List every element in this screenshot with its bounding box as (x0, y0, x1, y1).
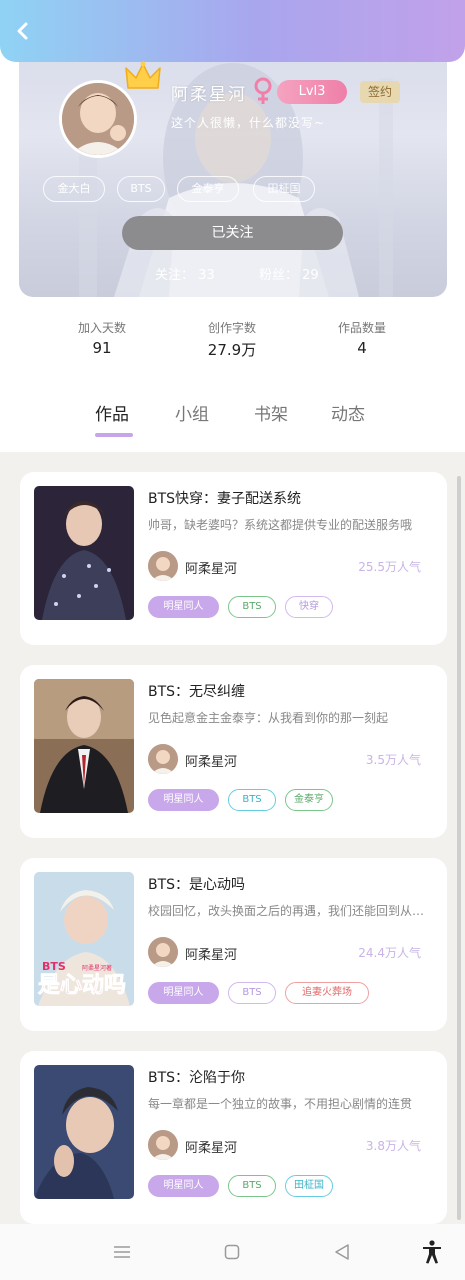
stat-label: 创作字数 (207, 321, 256, 335)
stat-word-count: 创作字数 27.9万 (177, 319, 287, 360)
book-tag[interactable]: BTS (228, 789, 276, 811)
author-avatar[interactable] (148, 937, 178, 967)
stat-value: 4 (357, 339, 367, 357)
book-description: 见色起意金主金泰亨：从我看到你的那一刻起 (148, 711, 389, 725)
stat-value: 27.9万 (207, 341, 257, 359)
popularity-count: 25.5万人气 (358, 560, 421, 574)
menu-icon (114, 1246, 130, 1258)
book-tag[interactable]: 追妻火葬场 (285, 982, 369, 1004)
book-description: 帅哥，缺老婆吗？系统这都提供专业的配送服务哦 (148, 518, 413, 532)
work-card[interactable]: BTS快穿：妻子配送系统 帅哥，缺老婆吗？系统这都提供专业的配送服务哦 阿柔星河… (20, 472, 447, 645)
cover-image (34, 486, 134, 620)
book-tag[interactable]: 金泰亨 (285, 789, 333, 811)
chevron-left-icon (17, 22, 28, 40)
followed-button[interactable]: 已关注 (122, 216, 343, 250)
cover-image: BTS 阿柔星河著 是心动吗 (34, 872, 134, 1006)
system-navigation-bar (0, 1224, 465, 1280)
works-list[interactable]: BTS快穿：妻子配送系统 帅哥，缺老婆吗？系统这都提供专业的配送服务哦 阿柔星河… (0, 452, 465, 1224)
book-cover[interactable] (34, 679, 134, 813)
book-tags: 明星同人 BTS 追妻火葬场 (148, 982, 369, 1004)
book-title[interactable]: BTS：无尽纠缠 (148, 681, 245, 701)
work-card[interactable]: BTS：沦陷于你 每一章都是一个独立的故事，不用担心剧情的连贯 阿柔星河 3.8… (20, 1051, 447, 1224)
list-scrollbar[interactable] (457, 476, 461, 1220)
work-card[interactable]: BTS：无尽纠缠 见色起意金主金泰亨：从我看到你的那一刻起 阿柔星河 3.5万人… (20, 665, 447, 838)
stat-label: 加入天数 (77, 321, 126, 335)
book-tags: 明星同人 BTS 田柾国 (148, 1175, 333, 1197)
stat-join-days: 加入天数 91 (47, 319, 157, 357)
crown-icon (125, 61, 161, 89)
author-name[interactable]: 阿柔星河 (185, 1137, 237, 1156)
profile-tag[interactable]: 田柾国 (253, 176, 315, 202)
book-description: 每一章都是一个独立的故事，不用担心剧情的连贯 (148, 1097, 413, 1111)
book-tag[interactable]: 明星同人 (148, 982, 219, 1004)
fans-count[interactable]: 粉丝： 29 (259, 264, 319, 283)
active-tab-indicator (95, 433, 133, 437)
author-avatar[interactable] (148, 551, 178, 581)
book-description: 校园回忆，改头换面之后的再遇，我们还能回到从前吗 (148, 904, 430, 918)
top-app-bar (0, 0, 465, 62)
home-icon (224, 1244, 240, 1260)
cover-image (34, 1065, 134, 1199)
back-button[interactable] (8, 16, 38, 46)
book-tag[interactable]: 快穿 (285, 596, 333, 618)
book-cover[interactable] (34, 486, 134, 620)
book-title[interactable]: BTS：是心动吗 (148, 874, 245, 894)
user-bio: 这个人很懒，什么都没写~ (171, 116, 326, 130)
signed-badge: 签约 (360, 81, 400, 103)
accessibility-icon (423, 1240, 441, 1264)
female-gender-icon (254, 77, 272, 104)
home-button[interactable] (220, 1240, 244, 1264)
stats-card: 加入天数 91 创作字数 27.9万 作品数量 4 (37, 297, 427, 387)
tab-bookshelf[interactable]: 书架 (254, 400, 288, 425)
system-back-button[interactable] (330, 1240, 354, 1264)
cover-prefix-text: BTS (42, 960, 66, 973)
book-title[interactable]: BTS快穿：妻子配送系统 (148, 488, 301, 508)
profile-tag[interactable]: 金泰亨 (177, 176, 239, 202)
book-tag[interactable]: BTS (228, 596, 276, 618)
menu-button[interactable] (110, 1240, 134, 1264)
tab-works[interactable]: 作品 (95, 400, 129, 425)
back-triangle-icon (335, 1244, 349, 1260)
book-title[interactable]: BTS：沦陷于你 (148, 1067, 245, 1087)
stat-works-count: 作品数量 4 (307, 319, 417, 357)
book-tag[interactable]: BTS (228, 1175, 276, 1197)
book-tags: 明星同人 BTS 金泰亨 (148, 789, 333, 811)
level-badge: Lvl3 (277, 80, 347, 104)
follow-stats: 关注： 33 粉丝： 29 (155, 264, 319, 283)
username: 阿柔星河 (171, 85, 247, 105)
stat-label: 作品数量 (337, 321, 386, 335)
author-avatar[interactable] (148, 1130, 178, 1160)
book-tag[interactable]: 明星同人 (148, 596, 219, 618)
tab-activity[interactable]: 动态 (331, 400, 365, 425)
popularity-count: 3.8万人气 (365, 1139, 421, 1153)
author-name[interactable]: 阿柔星河 (185, 558, 237, 577)
author-name[interactable]: 阿柔星河 (185, 751, 237, 770)
book-tags: 明星同人 BTS 快穿 (148, 596, 333, 618)
cover-author-text: 阿柔星河著 (82, 964, 112, 972)
book-tag[interactable]: 明星同人 (148, 789, 219, 811)
profile-tabs: 作品 小组 书架 动态 (0, 398, 465, 442)
book-cover[interactable] (34, 1065, 134, 1199)
popularity-count: 3.5万人气 (365, 753, 421, 767)
cover-title-text: 是心动吗 (38, 973, 126, 998)
profile-tag[interactable]: 金大白 (43, 176, 105, 202)
profile-tag[interactable]: BTS (117, 176, 165, 202)
book-cover[interactable]: BTS 阿柔星河著 是心动吗 (34, 872, 134, 1006)
stat-value: 91 (92, 339, 112, 357)
following-count[interactable]: 关注： 33 (155, 268, 215, 283)
work-card[interactable]: BTS 阿柔星河著 是心动吗 BTS：是心动吗 校园回忆，改头换面之后的再遇，我… (20, 858, 447, 1031)
book-tag[interactable]: 明星同人 (148, 1175, 219, 1197)
book-tag[interactable]: BTS (228, 982, 276, 1004)
cover-image (34, 679, 134, 813)
author-name[interactable]: 阿柔星河 (185, 944, 237, 963)
profile-tags: 金大白 BTS 金泰亨 田柾国 (43, 176, 315, 202)
popularity-count: 24.4万人气 (358, 946, 421, 960)
tab-groups[interactable]: 小组 (175, 400, 209, 425)
author-avatar[interactable] (148, 744, 178, 774)
accessibility-button[interactable] (420, 1240, 444, 1264)
book-tag[interactable]: 田柾国 (285, 1175, 333, 1197)
